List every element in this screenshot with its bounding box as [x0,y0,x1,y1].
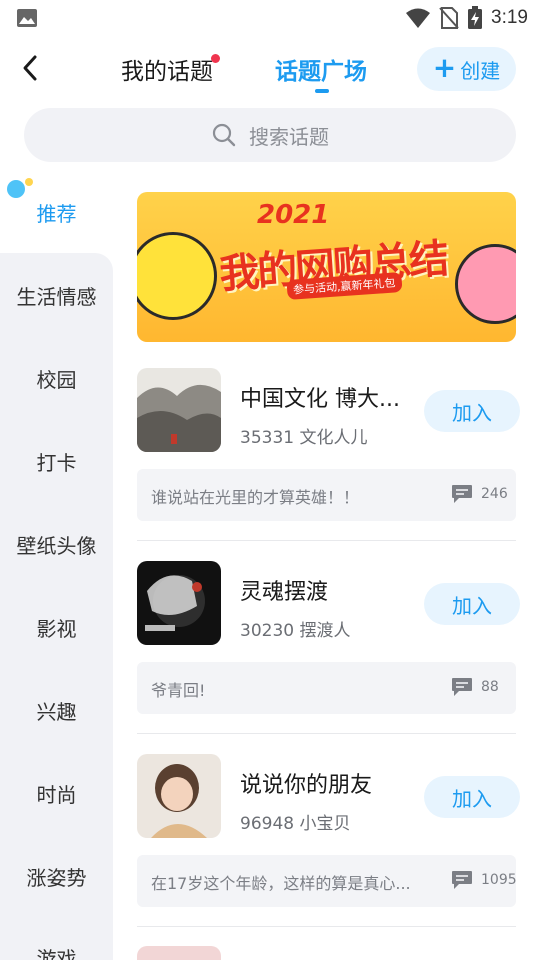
search-icon [212,123,236,147]
topic-thumbnail-partial [137,946,221,960]
sidebar-item-checkin[interactable]: 打卡 [0,447,113,476]
plus-icon: + [432,50,457,84]
sidebar-item-games[interactable]: 游戏 [0,943,113,960]
topic-name: 说说你的朋友 [240,773,373,798]
tab-topic-plaza[interactable]: 话题广场 [275,52,367,86]
banner-year: 2021 [257,200,330,230]
sidebar-item-film[interactable]: 影视 [0,613,113,642]
topic-card[interactable]: 中国文化 博大... 35331 文化人儿 加入 谁说站在光里的才算英雄！！ 2… [137,368,520,523]
topic-thumbnail [137,368,221,452]
no-sim-icon [439,7,459,29]
tab-my-topics[interactable]: 我的话题 [121,52,213,86]
banner-pink-character [455,244,516,324]
active-decoration-dot [7,180,25,198]
topic-thumbnail [137,561,221,645]
sidebar-item-campus[interactable]: 校园 [0,364,113,393]
topic-name: 灵魂摆渡 [240,580,329,605]
topic-thumbnail [137,754,221,838]
search-placeholder: 搜索话题 [249,124,329,149]
header: 我的话题 话题广场 + 创建 [0,36,540,104]
status-bar: 3:19 [0,0,540,36]
create-label: 创建 [460,58,501,83]
create-button[interactable]: + 创建 [417,47,516,91]
promo-banner[interactable]: 2021 我的网购总结 参与活动,赢新年礼包 [137,192,516,342]
active-decoration-dot-small [25,178,33,186]
category-sidebar: 推荐 生活情感 校园 打卡 壁纸头像 影视 兴趣 时尚 涨姿势 游戏 [0,170,113,960]
sidebar-item-fashion[interactable]: 时尚 [0,779,113,808]
sidebar-bg [0,253,113,960]
chevron-left-icon [23,55,37,81]
divider [137,926,516,927]
sidebar-item-interest[interactable]: 兴趣 [0,696,113,725]
quote-text: 在17岁这个年龄，这样的算是真心... [151,874,411,893]
topic-quote[interactable]: 在17岁这个年龄，这样的算是真心... 1095 [137,855,517,907]
topic-meta: 35331 文化人儿 [240,428,368,448]
comment-icon [452,871,472,889]
sidebar-item-knowledge[interactable]: 涨姿势 [0,862,113,891]
banner-yellow-character [137,232,217,320]
topic-card[interactable]: 说说你的朋友 96948 小宝贝 加入 在17岁这个年龄，这样的算是真心... … [137,754,520,909]
divider [137,540,516,541]
topic-meta: 96948 小宝贝 [240,814,351,834]
comment-icon [452,485,472,503]
battery-charging-icon [468,6,483,29]
join-button[interactable]: 加入 [424,390,520,432]
notification-dot [211,54,220,63]
active-tab-indicator [315,89,329,93]
topic-name: 中国文化 博大... [240,387,400,412]
topic-meta: 30230 摆渡人 [240,621,351,641]
quote-text: 爷青回! [151,681,206,700]
comment-count: 246 [481,486,508,502]
join-button[interactable]: 加入 [424,583,520,625]
sidebar-item-life-emotion[interactable]: 生活情感 [0,281,113,310]
sidebar-item-recommend[interactable]: 推荐 [0,198,113,227]
comment-count: 1095 [481,872,517,888]
status-time: 3:19 [491,7,528,28]
topic-quote[interactable]: 爷青回! 88 [137,662,516,714]
gallery-icon [17,9,37,27]
comment-icon [452,678,472,696]
quote-text: 谁说站在光里的才算英雄！！ [151,488,360,507]
divider [137,733,516,734]
comment-count: 88 [481,679,499,695]
search-bar[interactable]: 搜索话题 [24,108,516,162]
join-button[interactable]: 加入 [424,776,520,818]
topic-quote[interactable]: 谁说站在光里的才算英雄！！ 246 [137,469,516,521]
back-button[interactable] [12,50,48,86]
sidebar-item-wallpaper[interactable]: 壁纸头像 [0,530,113,559]
wifi-icon [406,8,431,28]
topic-card[interactable]: 灵魂摆渡 30230 摆渡人 加入 爷青回! 88 [137,561,520,716]
